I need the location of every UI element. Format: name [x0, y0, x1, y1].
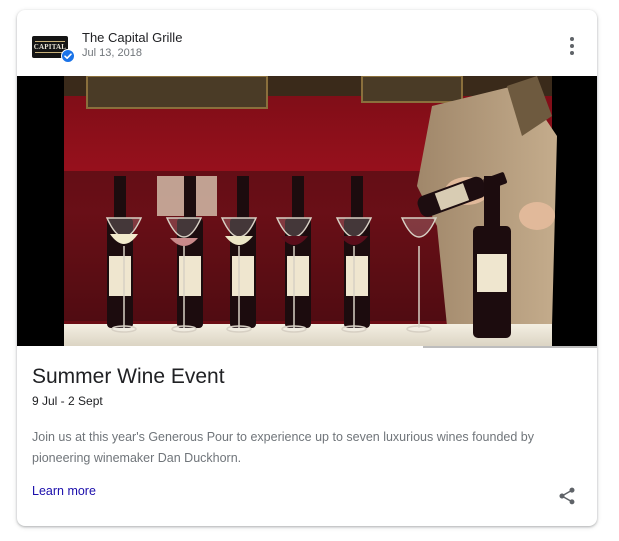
post-title: Summer Wine Event	[32, 365, 225, 388]
video-progress-fill	[17, 346, 423, 348]
video-frame	[17, 76, 597, 348]
post-header: CAPITAL The Capital Grille Jul 13, 2018	[17, 10, 597, 76]
more-vert-icon	[570, 37, 574, 41]
more-options-button[interactable]	[562, 34, 582, 58]
post-description: Join us at this year's Generous Pour to …	[32, 430, 534, 465]
post-card: CAPITAL The Capital Grille Jul 13, 2018	[17, 10, 597, 526]
business-name[interactable]: The Capital Grille	[82, 30, 182, 45]
event-dates: 9 Jul - 2 Sept	[32, 394, 103, 408]
post-video[interactable]	[17, 76, 597, 348]
learn-more-link[interactable]: Learn more	[32, 484, 96, 498]
post-date: Jul 13, 2018	[82, 47, 142, 59]
verified-badge-icon	[61, 49, 75, 63]
share-icon[interactable]	[557, 486, 577, 506]
